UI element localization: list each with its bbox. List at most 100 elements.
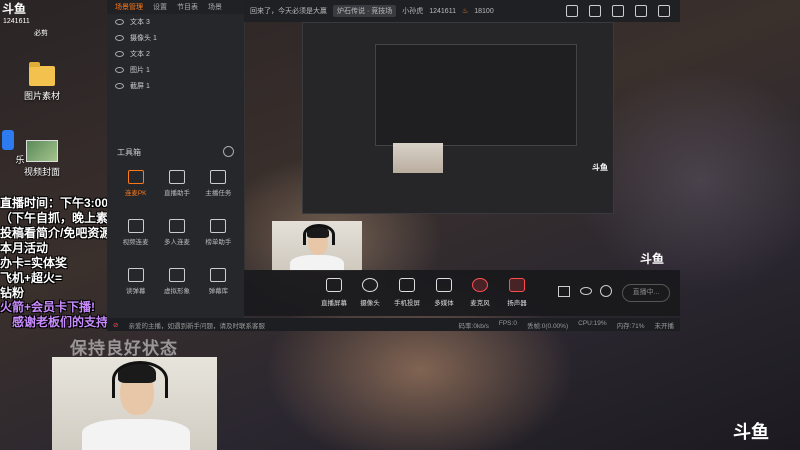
folder-icon <box>29 62 55 86</box>
streamer-shirt <box>82 419 190 450</box>
topbar-icons <box>566 5 670 17</box>
toolbox-grid: 连麦PK 直播助手 主播任务 视频连麦 多人连麦 榜单助手 读弹幕 虚拟形象 弹… <box>115 170 239 295</box>
eye-icon[interactable] <box>115 35 124 41</box>
stream-topbar: 回来了，今天必须是大赢 炉石传说 · 竞技场 小孙虎 1241611 ♨ 181… <box>244 0 680 22</box>
eye-icon[interactable] <box>580 287 592 295</box>
tool-video-link[interactable]: 视频连麦 <box>115 219 156 246</box>
multimedia-button[interactable]: 多媒体 <box>424 278 464 307</box>
streamer-shirt <box>290 255 344 271</box>
toolbar-label: 手机投屏 <box>394 300 420 307</box>
eye-icon[interactable] <box>115 51 124 57</box>
desktop-icon-app[interactable]: 乐 <box>0 130 38 166</box>
tab-scene-manage[interactable]: 场景管理 <box>115 2 143 12</box>
headset-icon <box>112 361 168 398</box>
toolbar-label: 摄像头 <box>360 300 380 307</box>
tool-label: 读弹幕 <box>125 288 146 295</box>
tool-label: 连麦PK <box>124 190 147 197</box>
tool-read-danmu[interactable]: 读弹幕 <box>115 268 156 295</box>
tab-settings[interactable]: 设置 <box>153 2 167 12</box>
danmu-lib-icon <box>210 268 227 282</box>
douyu-logo-watermark: 斗鱼 <box>733 422 769 443</box>
layer-item[interactable]: 文本 2 <box>107 46 244 62</box>
layer-label: 图片 1 <box>130 67 150 74</box>
microphone-icon <box>472 278 488 292</box>
tool-multi-link[interactable]: 多人连麦 <box>156 219 197 246</box>
layer-item[interactable]: 文本 3 <box>107 14 244 30</box>
headset-icon <box>303 224 335 245</box>
alert-icon: ⊘ <box>113 321 119 329</box>
camera-button[interactable]: 摄像头 <box>350 278 390 307</box>
follower-count: 18100 <box>474 7 494 15</box>
share-icon[interactable] <box>658 5 670 17</box>
camera-icon <box>362 278 378 292</box>
tab-schedule[interactable]: 节目表 <box>177 2 198 12</box>
toolbox-more-icon[interactable] <box>223 146 234 157</box>
play-icon <box>436 278 452 292</box>
notice-text: 亲爱的主播，如遇到新手问题，请及时联系客服 <box>128 322 265 330</box>
ranking-icon <box>210 219 227 233</box>
task-icon <box>210 170 227 184</box>
microphone-button[interactable]: 麦克风 <box>460 278 500 307</box>
tool-live-assistant[interactable]: 直播助手 <box>156 170 197 197</box>
category-tag[interactable]: 炉石传说 · 竞技场 <box>333 5 397 17</box>
desktop-icon-label: 视频封面 <box>23 167 60 177</box>
toolbar-label: 直播屏幕 <box>321 300 347 307</box>
layer-label: 文本 2 <box>130 51 150 58</box>
tool-avatar[interactable]: 虚拟形象 <box>156 268 197 295</box>
window-icon[interactable] <box>566 5 578 17</box>
desktop-icon-label: 乐 <box>15 155 25 165</box>
stream-title[interactable]: 回来了，今天必须是大赢 <box>250 6 327 16</box>
room-id: 1241611 <box>429 7 456 15</box>
tool-link-pk[interactable]: 连麦PK <box>115 170 156 197</box>
tool-label: 直播助手 <box>163 190 190 197</box>
eye-icon[interactable] <box>115 83 124 89</box>
layer-item[interactable]: 摄像头 1 <box>107 30 244 46</box>
desktop-room-id: 1241611 <box>3 18 30 25</box>
phone-cast-button[interactable]: 手机投屏 <box>387 278 427 307</box>
tool-streamer-tasks[interactable]: 主播任务 <box>198 170 239 197</box>
stat-fps: FPS:0 <box>498 319 517 327</box>
layer-label: 摄像头 1 <box>130 35 157 42</box>
tool-ranking[interactable]: 榜单助手 <box>198 219 239 246</box>
layout-icon[interactable] <box>612 5 624 17</box>
stat-dropped: 丢帧:0(0.00%) <box>526 322 569 330</box>
eye-icon[interactable] <box>115 19 124 25</box>
overlay-slogan: 保持良好状态 <box>70 339 178 358</box>
overlay-line-highlight: 感谢老板们的支持) <box>12 315 112 329</box>
tab-scene[interactable]: 场景 <box>208 2 222 12</box>
stats-group: 码率:0kb/s FPS:0 丢帧:0(0.00%) CPU:19% 内存:71… <box>459 320 674 330</box>
speaker-button[interactable]: 扬声器 <box>497 278 537 307</box>
bottom-toolbar: 直播屏幕 摄像头 手机投屏 多媒体 麦克风 扬声器 直播中... <box>244 270 680 316</box>
layer-item[interactable]: 截屏 1 <box>107 78 244 94</box>
eye-icon[interactable] <box>115 67 124 73</box>
record-icon[interactable] <box>558 286 570 297</box>
screen-share-button[interactable]: 直播屏幕 <box>314 278 354 307</box>
tool-label: 视频连麦 <box>122 239 149 246</box>
tool-label: 主播任务 <box>205 190 232 197</box>
layer-item[interactable]: 图片 1 <box>107 62 244 78</box>
toolbox-title: 工具箱 <box>117 148 141 157</box>
gear-icon[interactable] <box>600 285 612 297</box>
webcam-preview-small <box>272 221 362 271</box>
status-bar: ⊘ 亲爱的主播，如遇到新手问题，请及时联系客服 码率:0kb/s FPS:0 丢… <box>107 318 680 331</box>
go-live-button[interactable]: 直播中... <box>622 284 670 302</box>
stat-live-status: 未开播 <box>654 322 675 330</box>
scene-panel: 场景管理 设置 节目表 场景 文本 3 摄像头 1 文本 2 图片 1 截屏 1… <box>107 0 245 318</box>
video-link-icon <box>127 219 144 233</box>
douyu-logo-preview: 斗鱼 <box>640 252 665 266</box>
anchor-name: 小孙虎 <box>402 8 424 15</box>
tool-label: 弹幕库 <box>208 288 229 295</box>
tool-danmu-lib[interactable]: 弹幕库 <box>198 268 239 295</box>
download-icon <box>168 219 185 233</box>
preview-recursion-inner <box>375 44 577 146</box>
bell-icon[interactable] <box>635 5 647 17</box>
tool-label: 虚拟形象 <box>163 288 190 295</box>
desktop-icon-image-folder[interactable]: 图片素材 <box>12 62 72 102</box>
desktop-icon-label: 图片素材 <box>23 91 60 101</box>
read-danmu-icon <box>127 268 144 282</box>
stat-bitrate: 码率:0kb/s <box>458 322 489 330</box>
link-pk-icon <box>127 170 144 184</box>
preview-recursion-cam <box>393 143 443 173</box>
toolbar-label: 扬声器 <box>507 300 527 307</box>
lock-icon[interactable] <box>589 5 601 17</box>
